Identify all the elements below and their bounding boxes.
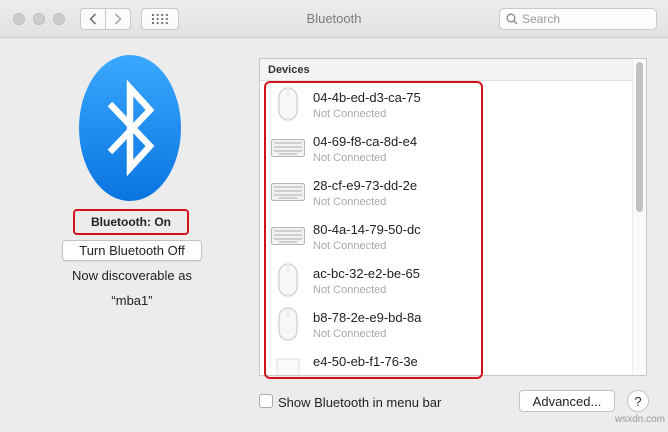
keyboard-icon (270, 131, 306, 165)
device-status: Not Connected (313, 284, 387, 296)
devices-scrollbar-thumb[interactable] (636, 62, 643, 212)
device-status: Not Connected (313, 328, 387, 340)
device-icon (270, 351, 306, 375)
device-name: 28-cf-e9-73-dd-2e (313, 178, 418, 193)
title-bar: Bluetooth (0, 0, 668, 38)
device-row[interactable]: e4-50-eb-f1-76-3e (260, 345, 630, 375)
device-status: Not Connected (313, 196, 387, 208)
device-row[interactable]: 28-cf-e9-73-dd-2e Not Connected (260, 169, 630, 213)
device-status: Not Connected (313, 152, 387, 164)
device-row[interactable]: ac-bc-32-e2-be-65 Not Connected (260, 257, 630, 301)
advanced-button[interactable]: Advanced... (519, 390, 615, 412)
mouse-icon (270, 87, 306, 121)
search-field[interactable] (499, 8, 657, 30)
keyboard-icon (270, 175, 306, 209)
help-button[interactable]: ? (627, 390, 649, 412)
keyboard-icon (270, 219, 306, 253)
devices-scrollbar[interactable] (632, 59, 646, 375)
mouse-icon (270, 307, 306, 341)
device-name: ac-bc-32-e2-be-65 (313, 266, 420, 281)
search-input[interactable] (522, 12, 652, 26)
show-in-menu-bar-label[interactable]: Show Bluetooth in menu bar (278, 395, 441, 410)
device-name: 04-4b-ed-d3-ca-75 (313, 90, 421, 105)
device-status: Not Connected (313, 240, 387, 252)
turn-bluetooth-off-button[interactable]: Turn Bluetooth Off (62, 240, 202, 261)
show-in-menu-bar-checkbox[interactable] (259, 394, 273, 408)
device-name: b8-78-2e-e9-bd-8a (313, 310, 422, 325)
search-icon (506, 13, 518, 25)
devices-header: Devices (260, 59, 646, 81)
bluetooth-logo-icon (79, 55, 181, 201)
devices-list-panel[interactable]: Devices 04-4b-ed-d3-ca-75 Not Connected … (259, 58, 647, 376)
discoverable-text: Now discoverable as (72, 268, 192, 283)
bluetooth-status-highlight: Bluetooth: On (73, 209, 189, 235)
device-row[interactable]: 04-69-f8-ca-8d-e4 Not Connected (260, 125, 630, 169)
device-name: 80-4a-14-79-50-dc (313, 222, 421, 237)
device-name: 04-69-f8-ca-8d-e4 (313, 134, 418, 149)
device-name: e4-50-eb-f1-76-3e (313, 354, 418, 369)
device-status: Not Connected (313, 108, 387, 120)
watermark-text: wsxdn.com (615, 414, 666, 425)
device-row[interactable]: 04-4b-ed-d3-ca-75 Not Connected (260, 81, 630, 125)
device-row[interactable]: 80-4a-14-79-50-dc Not Connected (260, 213, 630, 257)
device-row[interactable]: b8-78-2e-e9-bd-8a Not Connected (260, 301, 630, 345)
bluetooth-status-label: Bluetooth: On (91, 215, 171, 229)
device-list: 04-4b-ed-d3-ca-75 Not Connected 04-69-f8… (260, 81, 630, 375)
device-name-text: “mba1” (111, 293, 153, 308)
mouse-icon (270, 263, 306, 297)
